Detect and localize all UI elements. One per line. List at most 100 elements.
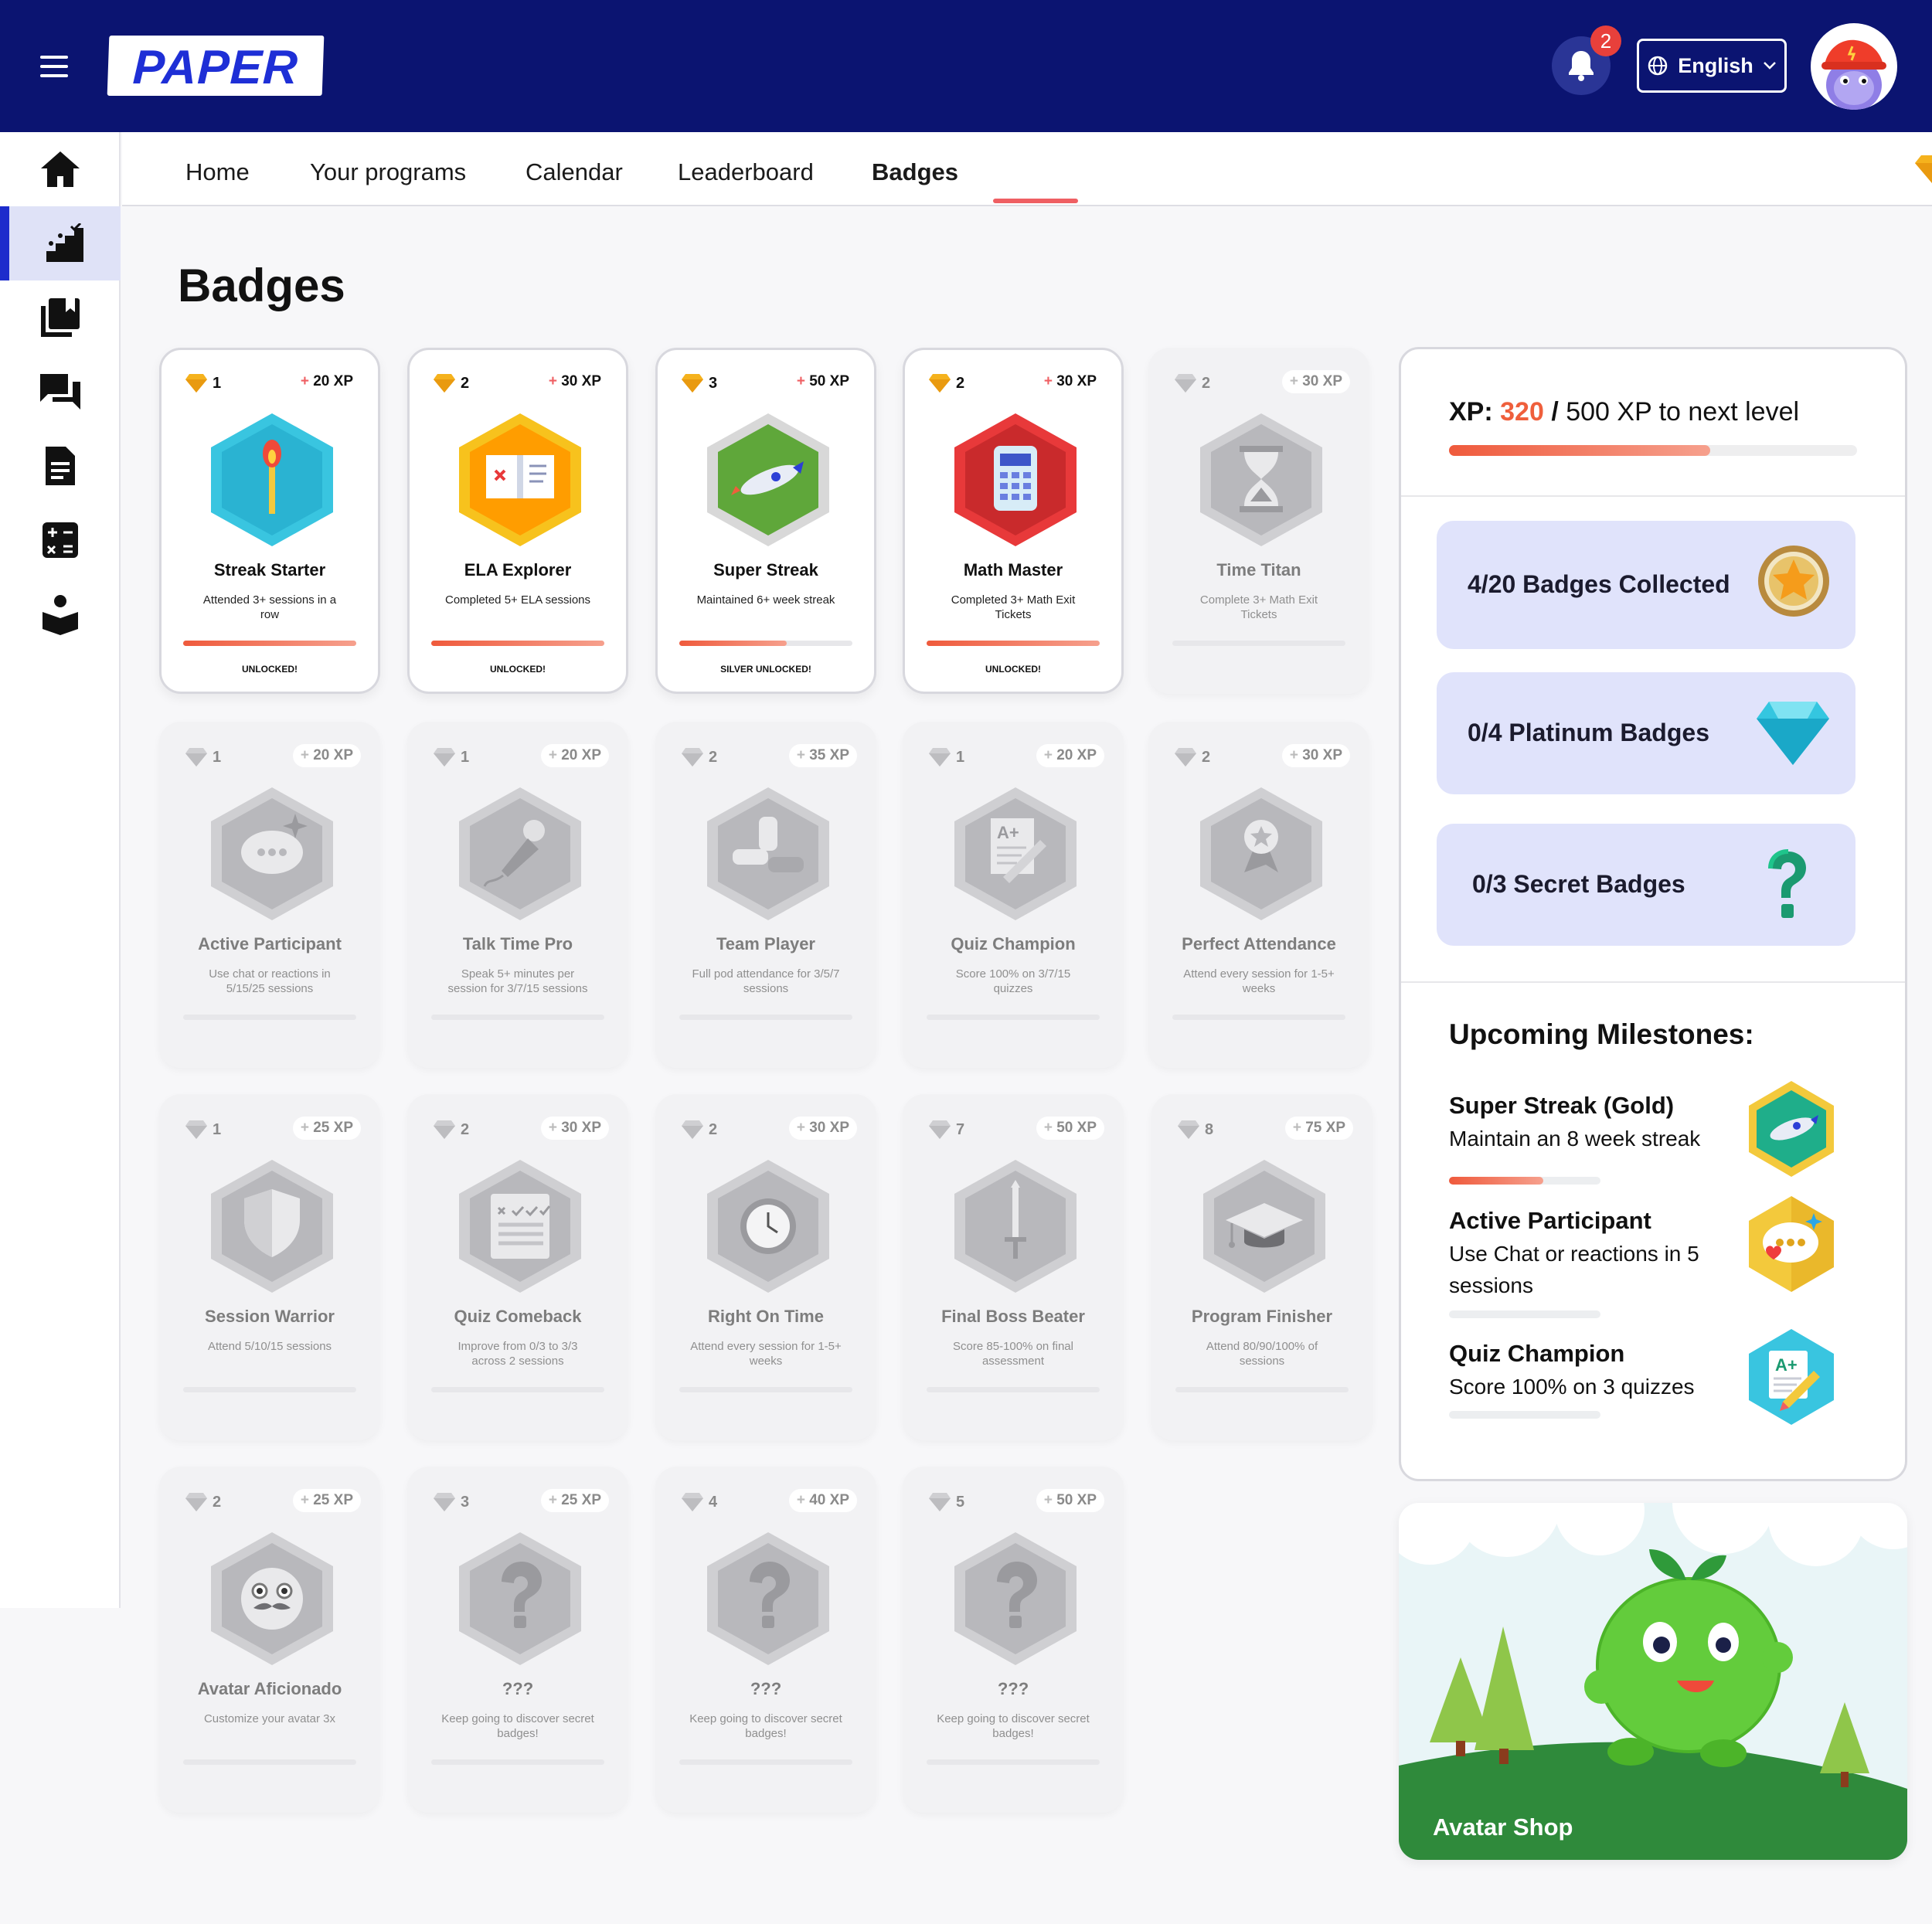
badge-card[interactable]: 5 + 50 XP??? Keep going to discover secret… <box>903 1467 1124 1813</box>
badge-card[interactable]: 1 + 20 XP Active Participant Use chat or re… <box>159 722 380 1068</box>
progress-panel: XP: 320 / 500 XP to next level 4/20 Badg… <box>1399 347 1907 1481</box>
badge-name: Quiz Comeback <box>454 1307 582 1326</box>
tab-calendar[interactable]: Calendar <box>526 158 623 186</box>
badge-progress-fill <box>183 641 356 646</box>
xp-label: XP: <box>1449 397 1493 427</box>
badge-card[interactable]: 1 + 20 XP Streak Starter Attended 3+ sessio… <box>159 348 380 694</box>
language-select[interactable]: English <box>1637 39 1787 93</box>
badge-progress-fill <box>431 641 604 646</box>
badge-progress-bar <box>927 1759 1100 1765</box>
badge-xp: + 75 XP <box>1284 1117 1353 1140</box>
milestone-quiz-champion: Quiz Champion Score 100% on 3 quizzes A+ <box>1449 1329 1866 1425</box>
mustache-face-icon <box>211 1532 333 1665</box>
question-mark-icon <box>459 1532 581 1665</box>
badge-xp: + 35 XP <box>788 744 857 767</box>
badge-name: Right On Time <box>708 1307 824 1326</box>
badge-description: Attend 80/90/100% of sessions <box>1206 1340 1318 1368</box>
badge-gem-count: 4 <box>709 1494 718 1511</box>
badge-gem-count: 3 <box>461 1494 470 1511</box>
badge-xp-value: 20 XP <box>561 747 601 763</box>
chat-bubble-icon <box>211 787 333 920</box>
badge-xp: + 50 XP <box>789 370 857 393</box>
plus-sign: + <box>796 373 810 389</box>
badge-xp-value: 30 XP <box>1302 747 1342 763</box>
sidebar-item-home[interactable] <box>0 132 121 206</box>
badge-name: Talk Time Pro <box>462 934 573 954</box>
sword-icon <box>954 1160 1077 1293</box>
tab-home[interactable]: Home <box>185 158 250 186</box>
badge-progress-bar <box>431 1015 604 1020</box>
badge-progress-bar <box>1175 1387 1349 1392</box>
sidebar-item-math[interactable] <box>0 503 121 577</box>
badge-card[interactable]: 2 + 30 XP Quiz Comeback Improve from 0/3 to… <box>407 1094 628 1440</box>
badge-gem-count: 3 <box>709 375 718 392</box>
plus-sign: + <box>548 1492 562 1508</box>
gem-icon <box>185 374 207 393</box>
badge-name: Quiz Champion <box>951 934 1076 954</box>
badge-description: Keep going to discover secret badges! <box>441 1712 594 1740</box>
avatar-shop-scene <box>1399 1503 1907 1860</box>
reader-icon <box>43 595 78 635</box>
sidebar-item-library[interactable] <box>0 280 121 355</box>
badge-progress-bar <box>183 641 356 646</box>
badge-xp: + 20 XP <box>292 744 361 767</box>
gem-icon <box>434 1120 455 1139</box>
sidebar <box>0 132 121 1608</box>
stat-label: 0/4 Platinum Badges <box>1468 719 1709 746</box>
badge-name: ??? <box>502 1679 534 1698</box>
tab-your-programs[interactable]: Your programs <box>310 158 466 186</box>
badge-gem-count: 1 <box>213 1121 222 1138</box>
tab-leaderboard[interactable]: Leaderboard <box>678 158 814 186</box>
menu-icon[interactable] <box>40 56 68 77</box>
platinum-badges-stat[interactable]: 0/4 Platinum Badges <box>1437 672 1855 794</box>
badge-card[interactable]: 2 + 25 XP Avatar Aficionado Customize your … <box>159 1467 380 1813</box>
badges-collected-stat[interactable]: 4/20 Badges Collected <box>1437 521 1855 649</box>
badge-card[interactable]: 3 + 25 XP??? Keep going to discover secret… <box>407 1467 628 1813</box>
sidebar-item-messages[interactable] <box>0 355 121 429</box>
badge-gem-count: 2 <box>956 375 965 392</box>
badge-name: ??? <box>750 1679 782 1698</box>
diamond-icon <box>1757 702 1829 765</box>
badge-card[interactable]: 1 + 20 XP Talk Time Pro Speak 5+ minutes pe… <box>407 722 628 1068</box>
badge-card[interactable]: 3 + 50 XP Super Streak Maintained 6+ week s… <box>655 348 876 694</box>
plus-sign: + <box>1289 373 1303 389</box>
badge-card[interactable]: 1 + 20 XP A+ Quiz Champion Score 100% on 3/7… <box>903 722 1124 1068</box>
badge-card[interactable]: 2 + 30 XP Math Master Completed 3+ Math Exi… <box>903 348 1124 694</box>
badge-description: Attend every session for 1-5+ weeks <box>690 1340 842 1368</box>
sidebar-item-learning[interactable] <box>0 577 121 651</box>
badge-description: Keep going to discover secret badges! <box>689 1712 842 1740</box>
badge-progress-bar <box>431 1387 604 1392</box>
milestone-progress-bar <box>1449 1310 1600 1318</box>
badge-card[interactable]: 2 + 35 XP Team Player Full pod attendance f… <box>655 722 876 1068</box>
badge-card[interactable]: 2 + 30 XP Right On Time Attend every sessio… <box>655 1094 876 1440</box>
clock-icon <box>707 1160 829 1293</box>
badge-card[interactable]: 2 + 30 XP Time Titan Complete 3+ Math Exit … <box>1148 348 1369 694</box>
badge-description: Speak 5+ minutes per session for 3/7/15 … <box>447 967 588 995</box>
plus-sign: + <box>548 747 562 763</box>
badge-xp-value: 20 XP <box>313 747 353 763</box>
user-avatar[interactable] <box>1811 23 1897 110</box>
badge-card[interactable]: 7 + 50 XP Final Boss Beater Score 85-100% o… <box>903 1094 1124 1440</box>
badge-description: Attend every session for 1-5+ weeks <box>1183 967 1335 995</box>
badge-xp: + 25 XP <box>292 1489 361 1512</box>
badge-card[interactable]: 4 + 40 XP??? Keep going to discover secret… <box>655 1467 876 1813</box>
tab-badges[interactable]: Badges <box>872 158 958 186</box>
milestone-progress-bar <box>1449 1177 1600 1185</box>
milestones-title: Upcoming Milestones: <box>1449 1018 1754 1050</box>
badge-card[interactable]: 1 + 25 XP Session Warrior Attend 5/10/15 se… <box>159 1094 380 1440</box>
calculator-icon <box>43 522 78 558</box>
badge-progress-bar <box>679 1387 852 1392</box>
avatar-shop-card[interactable]: Avatar Shop <box>1399 1503 1907 1860</box>
badge-card[interactable]: 8 + 75 XP Program Finisher Attend 80/90/100… <box>1151 1094 1372 1440</box>
gem-icon <box>1915 155 1932 183</box>
badge-xp-value: 25 XP <box>313 1120 353 1136</box>
badge-xp-value: 25 XP <box>313 1492 353 1508</box>
secret-badges-stat[interactable]: 0/3 Secret Badges <box>1437 824 1855 946</box>
logo[interactable]: PAPER <box>107 36 325 96</box>
badge-card[interactable]: 2 + 30 XP ELA Explorer Completed 5+ ELA ses… <box>407 348 628 694</box>
badge-xp: + 30 XP <box>541 370 609 393</box>
badge-card[interactable]: 2 + 30 XP Perfect Attendance Attend every s… <box>1148 722 1369 1068</box>
badge-xp-value: 20 XP <box>1056 747 1097 763</box>
sidebar-item-documents[interactable] <box>0 429 121 503</box>
sidebar-item-progress[interactable] <box>0 206 121 280</box>
